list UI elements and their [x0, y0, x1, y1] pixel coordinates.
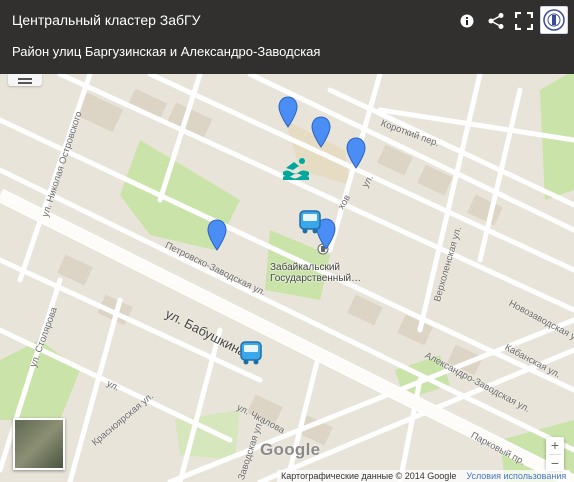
- attribution-data: Картографические данные © 2014 Google: [281, 471, 457, 481]
- info-icon[interactable]: [456, 10, 478, 32]
- map-header: Центральный кластер ЗабГУ Район улиц Бар…: [0, 0, 574, 74]
- poi-label-university[interactable]: Забайкальский Государственный…: [270, 262, 361, 284]
- map-title: Центральный кластер ЗабГУ: [12, 12, 201, 28]
- university-logo[interactable]: [540, 6, 568, 34]
- map-marker-icon[interactable]: [207, 219, 227, 251]
- bus-stop-icon[interactable]: [239, 340, 263, 366]
- map-marker-icon[interactable]: [346, 137, 366, 169]
- terms-link[interactable]: Условия использования: [466, 471, 566, 481]
- poi-label-line1: Забайкальский: [270, 262, 340, 273]
- map-marker-icon[interactable]: [311, 116, 331, 148]
- map-subtitle: Район улиц Баргузинская и Александро-Зав…: [12, 44, 321, 59]
- swimming-pool-icon[interactable]: [282, 156, 310, 180]
- map-marker-icon[interactable]: [278, 96, 298, 128]
- poi-label-line2: Государственный…: [270, 273, 362, 284]
- share-icon[interactable]: [485, 10, 507, 32]
- google-logo: Google: [260, 440, 321, 459]
- zoom-control: + −: [546, 437, 564, 471]
- bus-stop-icon[interactable]: [298, 209, 322, 235]
- zoom-in-button[interactable]: +: [546, 437, 564, 454]
- satellite-view-toggle[interactable]: [13, 418, 65, 470]
- fullscreen-icon[interactable]: [513, 10, 535, 32]
- map-attribution: Картографические данные © 2014 Google Усл…: [277, 470, 571, 482]
- layers-button[interactable]: [8, 74, 42, 86]
